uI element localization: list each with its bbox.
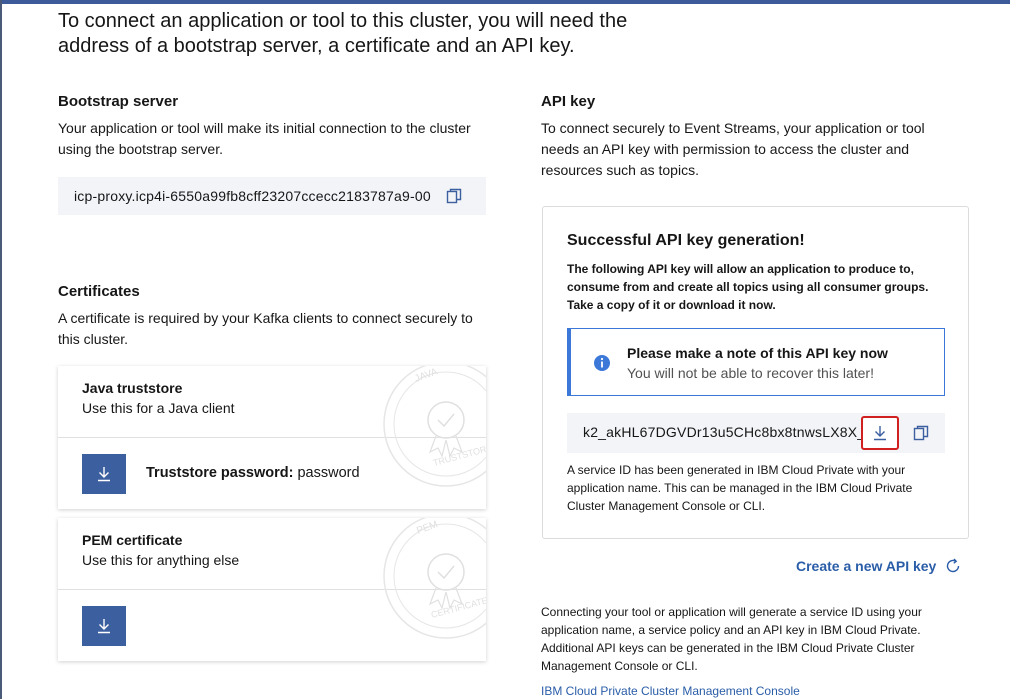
top-strip: [0, 0, 1010, 4]
api-key-result-panel: Successful API key generation! The follo…: [542, 206, 969, 539]
truststore-password: Truststore password: password: [146, 465, 360, 481]
certificates-description: A certificate is required by your Kafka …: [58, 310, 473, 347]
bootstrap-address: icp-proxy.icp4i-6550a99fb8cff23207ccecc2…: [74, 188, 431, 204]
bootstrap-address-field[interactable]: icp-proxy.icp4i-6550a99fb8cff23207ccecc2…: [58, 177, 486, 215]
api-key-success-description: The following API key will allow an appl…: [567, 262, 929, 312]
download-icon: [98, 467, 110, 482]
download-icon: [874, 426, 886, 441]
api-key-success-title: Successful API key generation!: [567, 232, 805, 249]
bootstrap-description: Your application or tool will make its i…: [58, 120, 471, 157]
svg-text:CERTIFICATE: CERTIFICATE: [430, 595, 486, 620]
download-pem-certificate-button[interactable]: [82, 606, 126, 646]
copy-icon: [913, 425, 929, 441]
connection-info-text: Connecting your tool or application will…: [541, 605, 922, 673]
notice-title: Please make a note of this API key now: [627, 345, 888, 361]
svg-text:TRUSTSTORE: TRUSTSTORE: [432, 443, 486, 468]
pem-certificate-title: PEM certificate: [82, 532, 183, 548]
pem-certificate-subtitle: Use this for anything else: [82, 552, 240, 568]
bootstrap-heading: Bootstrap server: [58, 93, 179, 110]
api-key-notice: Please make a note of this API key now Y…: [567, 328, 945, 396]
copy-bootstrap-button[interactable]: [445, 187, 463, 205]
svg-text:PEM: PEM: [415, 519, 439, 537]
java-truststore-tile: JAVA TRUSTSTORE Java truststore Use this…: [58, 366, 486, 509]
truststore-password-label: Truststore password:: [146, 465, 294, 481]
copy-api-key-button[interactable]: [912, 424, 930, 447]
create-new-api-key-label: Create a new API key: [796, 558, 937, 574]
refresh-icon: [947, 558, 960, 573]
create-new-api-key-link[interactable]: Create a new API key: [796, 557, 962, 575]
api-key-value: k2_akHL67DGVDr13u5CHc8bx8tnwsLX8X_: [583, 424, 866, 440]
info-icon: [594, 355, 610, 371]
notice-subtitle: You will not be able to recover this lat…: [627, 365, 874, 381]
service-id-note: A service ID has been generated in IBM C…: [567, 463, 913, 513]
api-key-description: To connect securely to Event Streams, yo…: [541, 120, 925, 178]
download-icon: [98, 619, 110, 634]
pem-certificate-tile: PEM CERTIFICATE PEM certificate Use this…: [58, 518, 486, 661]
download-api-key-button[interactable]: [861, 416, 899, 450]
api-key-heading: API key: [541, 93, 596, 110]
java-truststore-subtitle: Use this for a Java client: [82, 400, 235, 416]
certificate-seal-icon: JAVA TRUSTSTORE: [383, 366, 486, 487]
java-truststore-title: Java truststore: [82, 380, 183, 396]
left-rail: [0, 0, 2, 699]
truststore-password-value: password: [297, 465, 360, 481]
api-key-field[interactable]: k2_akHL67DGVDr13u5CHc8bx8tnwsLX8X_: [567, 413, 945, 453]
cluster-management-console-link[interactable]: IBM Cloud Private Cluster Management Con…: [541, 684, 800, 698]
copy-icon: [446, 188, 462, 204]
intro-text: To connect an application or tool to thi…: [58, 10, 628, 57]
certificates-heading: Certificates: [58, 283, 140, 300]
download-java-truststore-button[interactable]: [82, 454, 126, 494]
certificate-seal-icon: PEM CERTIFICATE: [383, 518, 486, 639]
